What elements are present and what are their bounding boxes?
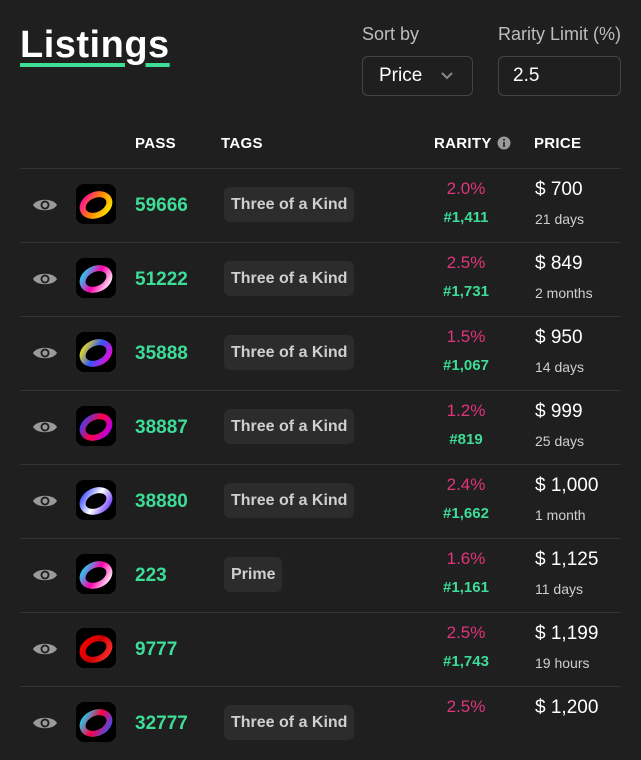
table-row[interactable]: 59666 Three of a Kind 2.0% #1,411 $ 700 21 da… bbox=[20, 168, 621, 242]
listing-age: 11 days bbox=[535, 581, 583, 597]
rarity-rank: #819 bbox=[449, 431, 483, 448]
table-row[interactable]: 51222 Three of a Kind 2.5% #1,731 $ 849 2 mon… bbox=[20, 242, 621, 316]
eye-icon[interactable] bbox=[32, 270, 58, 288]
price-value: $ 1,200 bbox=[535, 697, 599, 718]
table-row[interactable]: 38880 Three of a Kind 2.4% #1,662 $ 1,000 1 m… bbox=[20, 464, 621, 538]
pass-thumbnail[interactable] bbox=[76, 258, 116, 298]
price-value: $ 1,000 bbox=[535, 475, 599, 496]
eye-icon[interactable] bbox=[32, 344, 58, 362]
eye-icon[interactable] bbox=[32, 418, 58, 436]
table-row[interactable]: 32777 Three of a Kind 2.5% $ 1,200 bbox=[20, 686, 621, 760]
rarity-percent: 2.5% bbox=[446, 623, 486, 642]
table-row[interactable]: 35888 Three of a Kind 1.5% #1,067 $ 950 14 da… bbox=[20, 316, 621, 390]
pass-thumbnail[interactable] bbox=[76, 184, 116, 224]
tag-badge: Three of a Kind bbox=[224, 409, 355, 444]
rarity-rank: #1,743 bbox=[443, 653, 489, 670]
pass-number[interactable]: 51222 bbox=[135, 269, 188, 291]
col-header-rarity[interactable]: RARITY bbox=[434, 135, 492, 152]
pass-number[interactable]: 59666 bbox=[135, 195, 188, 217]
pass-number[interactable]: 38880 bbox=[135, 491, 188, 513]
col-header-price[interactable]: PRICE bbox=[534, 135, 581, 152]
pass-number[interactable]: 32777 bbox=[135, 713, 188, 735]
tag-badge: Three of a Kind bbox=[224, 335, 355, 370]
sort-label: Sort by bbox=[362, 24, 420, 44]
pass-number[interactable]: 35888 bbox=[135, 343, 188, 365]
rarity-rank: #1,662 bbox=[443, 505, 489, 522]
eye-icon[interactable] bbox=[32, 714, 58, 732]
pass-number[interactable]: 9777 bbox=[135, 639, 177, 661]
tag-badge: Three of a Kind bbox=[224, 705, 355, 740]
eye-icon[interactable] bbox=[32, 640, 58, 658]
listing-age: 14 days bbox=[535, 359, 585, 375]
price-value: $ 700 bbox=[535, 179, 583, 200]
listing-age: 2 months bbox=[535, 285, 593, 301]
page-title: Listings bbox=[20, 24, 170, 66]
rarity-percent: 2.4% bbox=[446, 475, 486, 494]
pass-thumbnail[interactable] bbox=[76, 406, 116, 446]
rarity-limit-input[interactable]: 2.5 bbox=[498, 56, 621, 96]
pass-thumbnail[interactable] bbox=[76, 702, 116, 742]
rarity-percent: 2.5% bbox=[446, 697, 486, 716]
pass-number[interactable]: 223 bbox=[135, 565, 167, 587]
listings-table: 59666 Three of a Kind 2.0% #1,411 $ 700 21 da… bbox=[20, 168, 621, 760]
rarity-rank: #1,731 bbox=[443, 283, 489, 300]
sort-value: Price bbox=[379, 65, 423, 86]
rarity-percent: 1.2% bbox=[446, 401, 486, 420]
tag-badge: Prime bbox=[224, 557, 283, 592]
col-header-tags: TAGS bbox=[221, 135, 263, 152]
listing-age: 21 days bbox=[535, 211, 585, 227]
rarity-percent: 1.6% bbox=[446, 549, 486, 568]
eye-icon[interactable] bbox=[32, 492, 58, 510]
price-value: $ 1,125 bbox=[535, 549, 599, 570]
table-row[interactable]: 9777 2.5% #1,743 $ 1,199 19 hours bbox=[20, 612, 621, 686]
pass-thumbnail[interactable] bbox=[76, 332, 116, 372]
rarity-limit-label: Rarity Limit (%) bbox=[498, 24, 622, 44]
listing-age: 1 month bbox=[535, 507, 586, 523]
price-value: $ 950 bbox=[535, 327, 583, 348]
rarity-percent: 2.0% bbox=[446, 179, 486, 198]
eye-icon[interactable] bbox=[32, 566, 58, 584]
rarity-rank: #1,161 bbox=[443, 579, 489, 596]
pass-thumbnail[interactable] bbox=[76, 554, 116, 594]
rarity-percent: 2.5% bbox=[446, 253, 486, 272]
price-value: $ 1,199 bbox=[535, 623, 599, 644]
listing-age: 25 days bbox=[535, 433, 585, 449]
tag-badge: Three of a Kind bbox=[224, 187, 355, 222]
listing-age: 19 hours bbox=[535, 655, 590, 671]
col-header-pass[interactable]: PASS bbox=[135, 135, 176, 152]
info-icon[interactable] bbox=[497, 136, 511, 150]
pass-thumbnail[interactable] bbox=[76, 480, 116, 520]
table-row[interactable]: 38887 Three of a Kind 1.2% #819 $ 999 25 days bbox=[20, 390, 621, 464]
eye-icon[interactable] bbox=[32, 196, 58, 214]
rarity-rank: #1,411 bbox=[443, 209, 489, 226]
rarity-percent: 1.5% bbox=[446, 327, 486, 346]
rarity-rank: #1,067 bbox=[443, 357, 489, 374]
tag-badge: Three of a Kind bbox=[224, 261, 355, 296]
rarity-limit-value: 2.5 bbox=[513, 65, 540, 86]
table-row[interactable]: 223 Prime 1.6% #1,161 $ 1,125 11 days bbox=[20, 538, 621, 612]
pass-number[interactable]: 38887 bbox=[135, 417, 188, 439]
price-value: $ 849 bbox=[535, 253, 583, 274]
tag-badge: Three of a Kind bbox=[224, 483, 355, 518]
pass-thumbnail[interactable] bbox=[76, 628, 116, 668]
sort-select[interactable]: Price bbox=[362, 56, 473, 96]
price-value: $ 999 bbox=[535, 401, 583, 422]
chevron-down-icon bbox=[441, 72, 453, 80]
